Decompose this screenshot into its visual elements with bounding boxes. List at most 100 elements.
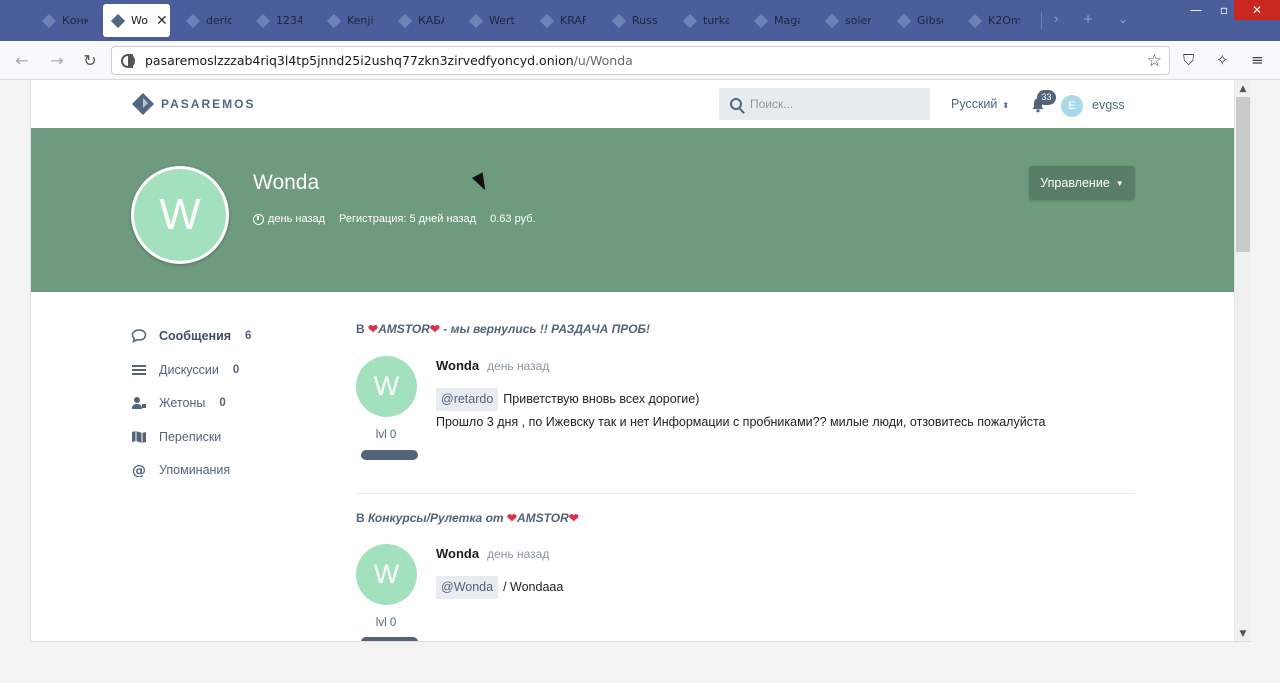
bookmark-star-icon[interactable]: ☆: [1147, 51, 1162, 71]
browser-tab[interactable]: KRAFT: [540, 4, 586, 37]
language-label: Русский: [951, 97, 998, 111]
site-favicon-icon: [754, 13, 768, 28]
menu-hamburger-icon[interactable]: ≡: [1251, 51, 1264, 69]
tab-close-icon[interactable]: ✕: [156, 13, 168, 29]
last-seen: день назад: [268, 213, 326, 225]
post-time[interactable]: день назад: [487, 359, 549, 373]
sidebar-item-chats[interactable]: Переписки: [131, 430, 221, 444]
heart-icon: ❤: [506, 511, 517, 525]
browser-tab[interactable]: solem: [825, 4, 871, 37]
browser-tab[interactable]: Конку: [42, 4, 88, 37]
list-icon: [132, 365, 146, 375]
sidebar-item-messages[interactable]: Сообщения 6: [131, 329, 251, 343]
site-favicon-icon: [612, 13, 626, 28]
user-name[interactable]: evgss: [1092, 98, 1125, 112]
url-text[interactable]: pasaremoslzzzab4riq3l4tp5jnnd25i2ushq77z…: [145, 53, 633, 68]
post-author[interactable]: Wonda: [436, 358, 479, 373]
search-box[interactable]: [719, 88, 930, 120]
level-progress-bar: [361, 450, 418, 460]
sidebar-label: Жетоны: [159, 396, 206, 410]
browser-tab[interactable]: K2Om: [968, 4, 1020, 37]
post-text: Прошло 3 дня , по Ижевску так и нет Инфо…: [436, 415, 1046, 429]
tab-scroll-right-icon[interactable]: ›: [1054, 12, 1059, 26]
url-host: pasaremoslzzzab4riq3l4tp5jnnd25i2ushq77z…: [145, 53, 574, 68]
site-logo[interactable]: PASAREMOS: [131, 92, 255, 116]
manage-label: Управление: [1040, 176, 1110, 190]
browser-tab-strip: Конку Wo ✕ derick 1234s Kenji КАБАЛ Wert…: [0, 0, 1280, 41]
page-scrollbar[interactable]: ▲ ▼: [1234, 80, 1251, 641]
browser-tab[interactable]: КАБАЛ: [398, 4, 444, 37]
back-icon[interactable]: ←: [11, 49, 33, 71]
user-level: lvl 0: [375, 429, 397, 441]
page-viewport: PASAREMOS Русский ⬍ 33 E evgss W Wonda де…: [30, 80, 1251, 642]
heart-icon: ❤: [568, 511, 579, 525]
balance: 0.63 руб.: [490, 213, 536, 225]
mention-link[interactable]: @Wonda: [436, 576, 499, 599]
tab-label: solem: [845, 14, 871, 27]
user-avatar[interactable]: E: [1061, 95, 1083, 117]
browser-tab[interactable]: Kenji: [327, 4, 373, 37]
language-selector[interactable]: Русский ⬍: [951, 97, 1009, 111]
site-favicon-icon: [897, 13, 911, 28]
sidebar-item-discussions[interactable]: Дискуссии 0: [131, 363, 239, 377]
profile-name: Wonda: [253, 171, 320, 194]
tab-label: K2Om: [988, 14, 1020, 27]
manage-button[interactable]: Управление ▼: [1029, 166, 1135, 200]
tab-list-icon[interactable]: ⌄: [1118, 12, 1128, 26]
site-favicon-icon: [469, 13, 483, 28]
shield-icon[interactable]: ⛉: [1183, 51, 1194, 69]
mention-link[interactable]: @retardo: [436, 388, 499, 411]
tab-separator: [1041, 12, 1042, 29]
topic-title: - мы вернулись !! РАЗДАЧА ПРОБ!: [439, 322, 651, 336]
post-avatar[interactable]: W: [356, 356, 417, 417]
onion-site-icon[interactable]: [121, 53, 135, 68]
minimize-icon[interactable]: —: [1182, 0, 1210, 20]
forward-icon[interactable]: →: [46, 49, 68, 71]
site-favicon-icon: [540, 13, 554, 28]
tab-label: Wo: [131, 14, 148, 27]
map-icon: [132, 431, 146, 443]
search-icon: [730, 98, 742, 110]
tab-label: turka: [703, 14, 729, 27]
tab-label: derick: [206, 14, 232, 27]
sidebar-label: Переписки: [159, 430, 222, 444]
site-favicon-icon: [825, 13, 839, 28]
new-tab-icon[interactable]: +: [1083, 12, 1093, 26]
browser-tab[interactable]: Werty: [469, 4, 515, 37]
sidebar-item-tokens[interactable]: Жетоны 0: [131, 396, 226, 410]
post-time[interactable]: день назад: [487, 547, 549, 561]
browser-tab[interactable]: 1234s: [256, 4, 302, 37]
sidebar-count: 6: [245, 330, 252, 342]
address-bar[interactable]: pasaremoslzzzab4riq3l4tp5jnnd25i2ushq77z…: [111, 46, 1170, 75]
browser-tab[interactable]: derick: [186, 4, 232, 37]
search-input[interactable]: [750, 97, 910, 111]
tab-label: 1234s: [276, 14, 302, 27]
profile-meta: день назад Регистрация: 5 дней назад 0.6…: [253, 213, 536, 225]
scroll-up-icon[interactable]: ▲: [1235, 80, 1251, 97]
browser-tab-active[interactable]: Wo ✕: [103, 4, 170, 37]
reload-icon[interactable]: ↻: [79, 49, 101, 71]
post-header: Wonda день назад: [436, 358, 549, 373]
magic-wand-icon[interactable]: ✧: [1216, 51, 1229, 69]
scrollbar-thumb[interactable]: [1236, 97, 1250, 252]
post-topic-link[interactable]: В ❤AMSTOR❤ - мы вернулись !! РАЗДАЧА ПРО…: [356, 322, 650, 336]
tab-label: Maga: [774, 14, 800, 27]
browser-tab[interactable]: Russk: [612, 4, 658, 37]
browser-tab[interactable]: Gibso: [897, 4, 943, 37]
tab-label: Russk: [632, 14, 658, 27]
scroll-down-icon[interactable]: ▼: [1235, 625, 1251, 641]
browser-tab[interactable]: turka: [683, 4, 729, 37]
sidebar-item-mentions[interactable]: @ Упоминания: [131, 463, 230, 477]
level-progress-bar: [361, 637, 418, 641]
post-divider: [356, 493, 1135, 494]
at-sign-icon: @: [132, 463, 146, 477]
post-avatar[interactable]: W: [356, 544, 417, 605]
window-close-icon[interactable]: ✕: [1234, 0, 1280, 20]
post-topic-link[interactable]: В Конкурсы/Рулетка от ❤AMSTOR❤: [356, 511, 579, 525]
post-author[interactable]: Wonda: [436, 546, 479, 561]
post-body: @Wonda / Wondaaa: [436, 576, 563, 599]
post-text: Приветствую вновь всех дорогие): [503, 392, 700, 406]
logo-text: PASAREMOS: [161, 97, 256, 111]
user-level: lvl 0: [375, 617, 397, 629]
browser-tab[interactable]: Maga: [754, 4, 800, 37]
